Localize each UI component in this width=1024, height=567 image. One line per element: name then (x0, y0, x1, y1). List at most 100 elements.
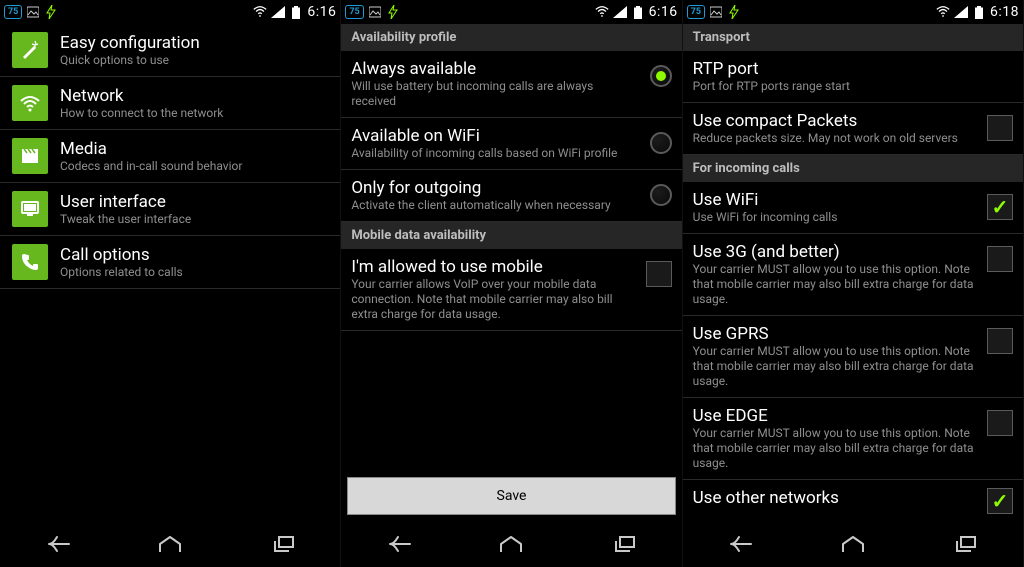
wifi-icon (595, 5, 609, 19)
signal-icon (613, 5, 627, 19)
setting-call-options[interactable]: Call options Options related to calls (0, 236, 340, 289)
wifi-icon (253, 5, 267, 19)
section-availability-profile: Availability profile (341, 24, 681, 51)
lightning-icon (44, 5, 58, 19)
check-title: I'm allowed to use mobile (351, 257, 635, 277)
screen-icon (12, 191, 48, 227)
navigation-bar (683, 521, 1023, 567)
check-sub: Your carrier MUST allow you to use this … (693, 344, 977, 389)
notification-badge: 75 (687, 5, 705, 19)
check-title: Use compact Packets (693, 111, 977, 131)
gallery-icon (709, 5, 723, 19)
wifi-icon (12, 85, 48, 121)
checkbox[interactable] (987, 246, 1013, 272)
status-bar: 75 6:16 (341, 0, 681, 24)
checkbox[interactable] (987, 115, 1013, 141)
status-bar: 75 6:16 (0, 0, 340, 24)
section-transport: Transport (683, 24, 1023, 51)
gallery-icon (368, 5, 382, 19)
check-sub: Your carrier allows VoIP over your mobil… (351, 277, 635, 322)
radio-button[interactable] (650, 132, 672, 154)
screen-settings-main: 75 6:16 Easy configuration Quick options… (0, 0, 341, 567)
setting-sub: Codecs and in-call sound behavior (60, 159, 328, 174)
setting-title: Media (60, 139, 328, 159)
back-button[interactable] (373, 529, 423, 559)
setting-sub: How to connect to the network (60, 106, 328, 121)
checkbox[interactable] (987, 410, 1013, 436)
check-title: Use EDGE (693, 406, 977, 426)
battery-icon (631, 5, 645, 19)
status-bar: 75 6:18 (683, 0, 1023, 24)
check-sub: Use WiFi for incoming calls (693, 210, 977, 225)
row-sub: Port for RTP ports range start (693, 79, 1013, 94)
check-use-edge[interactable]: Use EDGE Your carrier MUST allow you to … (683, 398, 1023, 480)
check-use-wifi[interactable]: Use WiFi Use WiFi for incoming calls (683, 182, 1023, 234)
radio-title: Only for outgoing (351, 178, 639, 198)
radio-always-available[interactable]: Always available Will use battery but in… (341, 51, 681, 118)
setting-sub: Tweak the user interface (60, 212, 328, 227)
back-button[interactable] (32, 529, 82, 559)
lightning-icon (727, 5, 741, 19)
setting-user-interface[interactable]: User interface Tweak the user interface (0, 183, 340, 236)
clock: 6:16 (649, 4, 678, 20)
back-button[interactable] (714, 529, 764, 559)
battery-icon (289, 5, 303, 19)
wand-icon (12, 32, 48, 68)
radio-available-on-wifi[interactable]: Available on WiFi Availability of incomi… (341, 118, 681, 170)
section-incoming-calls: For incoming calls (683, 155, 1023, 182)
checkbox[interactable] (646, 261, 672, 287)
check-sub: Reduce packets size. May not work on old… (693, 131, 977, 146)
navigation-bar (341, 521, 681, 567)
clapper-icon (12, 138, 48, 174)
signal-icon (954, 5, 968, 19)
radio-sub: Will use battery but incoming calls are … (351, 79, 639, 109)
checkbox[interactable] (987, 488, 1013, 514)
home-button[interactable] (828, 529, 878, 559)
recent-apps-button[interactable] (941, 529, 991, 559)
setting-network[interactable]: Network How to connect to the network (0, 77, 340, 130)
check-use-gprs[interactable]: Use GPRS Your carrier MUST allow you to … (683, 316, 1023, 398)
check-title: Use 3G (and better) (693, 242, 977, 262)
recent-apps-button[interactable] (259, 529, 309, 559)
radio-sub: Availability of incoming calls based on … (351, 146, 639, 161)
radio-button[interactable] (650, 184, 672, 206)
checkbox[interactable] (987, 328, 1013, 354)
row-rtp-port[interactable]: RTP port Port for RTP ports range start (683, 51, 1023, 103)
setting-title: Network (60, 86, 328, 106)
check-use-3g[interactable]: Use 3G (and better) Your carrier MUST al… (683, 234, 1023, 316)
notification-badge: 75 (4, 5, 22, 19)
check-title: Use GPRS (693, 324, 977, 344)
lightning-icon (386, 5, 400, 19)
check-title: Use other networks (693, 488, 977, 508)
save-button[interactable]: Save (347, 477, 675, 515)
setting-title: User interface (60, 192, 328, 212)
radio-button[interactable] (650, 65, 672, 87)
battery-icon (972, 5, 986, 19)
radio-title: Available on WiFi (351, 126, 639, 146)
home-button[interactable] (145, 529, 195, 559)
setting-easy-configuration[interactable]: Easy configuration Quick options to use (0, 24, 340, 77)
check-compact-packets[interactable]: Use compact Packets Reduce packets size.… (683, 103, 1023, 155)
clock: 6:18 (990, 4, 1019, 20)
check-title: Use WiFi (693, 190, 977, 210)
home-button[interactable] (486, 529, 536, 559)
navigation-bar (0, 521, 340, 567)
setting-sub: Options related to calls (60, 265, 328, 280)
radio-sub: Activate the client automatically when n… (351, 198, 639, 213)
radio-only-outgoing[interactable]: Only for outgoing Activate the client au… (341, 170, 681, 222)
check-allowed-mobile[interactable]: I'm allowed to use mobile Your carrier a… (341, 249, 681, 331)
clock: 6:16 (307, 4, 336, 20)
check-sub: Your carrier MUST allow you to use this … (693, 426, 977, 471)
checkbox[interactable] (987, 194, 1013, 220)
signal-icon (271, 5, 285, 19)
check-sub: Your carrier MUST allow you to use this … (693, 262, 977, 307)
recent-apps-button[interactable] (600, 529, 650, 559)
row-title: RTP port (693, 59, 1013, 79)
setting-sub: Quick options to use (60, 53, 328, 68)
setting-title: Easy configuration (60, 33, 328, 53)
setting-media[interactable]: Media Codecs and in-call sound behavior (0, 130, 340, 183)
check-use-other-networks[interactable]: Use other networks (683, 480, 1023, 521)
screen-availability: 75 6:16 Availability profile Always avai… (341, 0, 682, 567)
section-mobile-data: Mobile data availability (341, 222, 681, 249)
radio-title: Always available (351, 59, 639, 79)
